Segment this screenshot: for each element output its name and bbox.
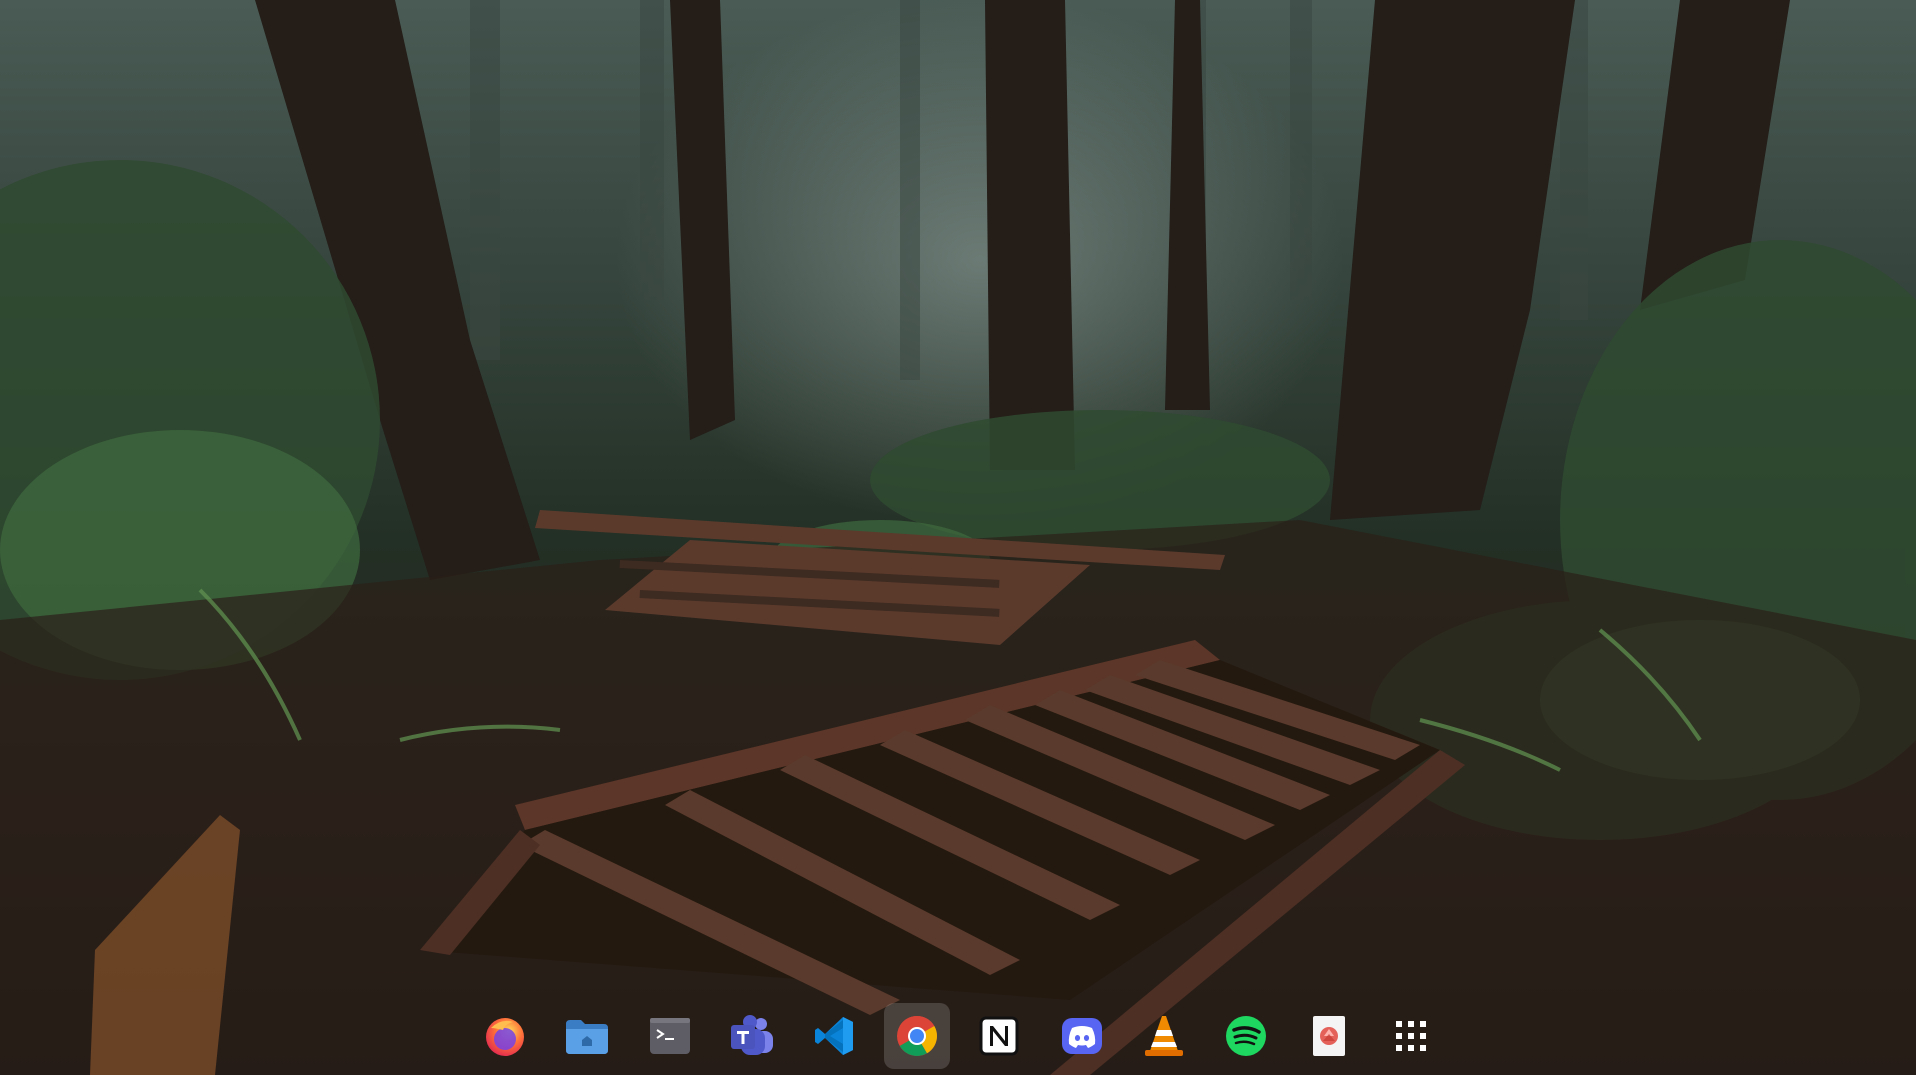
dock-item-app-grid[interactable] [1378,1003,1444,1069]
dock-item-chrome[interactable] [883,1003,950,1069]
vlc-icon [1144,1016,1183,1056]
discord-icon [1061,1018,1102,1054]
dock-item-teams[interactable] [719,1003,785,1069]
spotify-icon [1226,1016,1267,1056]
firefox-icon [486,1018,524,1056]
teams-icon [731,1015,774,1055]
dock-item-notion[interactable] [966,1003,1032,1069]
chrome-icon [896,1016,937,1056]
notion-icon [979,1016,1019,1056]
dock-item-terminal[interactable] [637,1003,703,1069]
dock-item-spotify[interactable] [1213,1003,1279,1069]
dock-item-vlc[interactable] [1131,1003,1197,1069]
dock-item-files[interactable] [554,1003,620,1069]
trash-icon [1312,1016,1345,1056]
forest-scene [0,0,1916,1075]
vscode-icon [815,1017,854,1055]
folder-icon [566,1020,609,1054]
dock-item-vscode[interactable] [801,1003,867,1069]
dock-item-trash[interactable] [1296,1003,1362,1069]
desktop-wallpaper [0,0,1916,1075]
dock-item-firefox[interactable] [472,1003,538,1069]
terminal-icon [649,1018,690,1054]
dock [462,1001,1454,1071]
app-grid-icon [1395,1021,1426,1051]
dock-item-discord[interactable] [1049,1003,1115,1069]
